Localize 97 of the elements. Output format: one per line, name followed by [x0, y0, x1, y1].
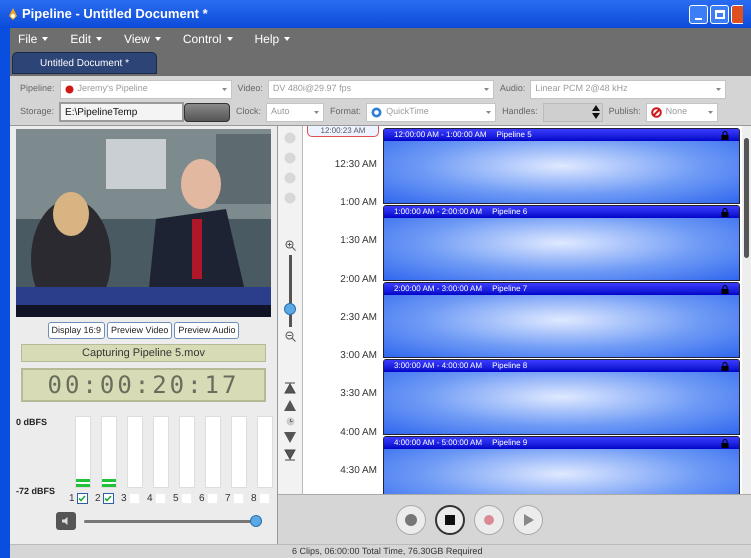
preview-button[interactable]: Preview Audio [174, 322, 240, 339]
up-triangle-icon[interactable] [284, 400, 296, 411]
scrollbar[interactable] [742, 126, 751, 494]
caret-icon [96, 37, 102, 41]
zoom-slider[interactable] [284, 255, 296, 327]
field-label: Pipeline: [20, 82, 55, 96]
menu-item[interactable]: Edit [70, 30, 102, 48]
minimize-button[interactable] [689, 4, 708, 24]
capture-button[interactable] [396, 504, 426, 534]
clip-time-range: 2:00:00 AM - 3:00:00 AM [394, 283, 482, 295]
clip-time-range: 4:00:00 AM - 5:00:00 AM [394, 437, 482, 449]
field-label: Video: [238, 82, 263, 96]
status-text: 6 Clips, 06:00:00 Total Time, 76.30GB Required [292, 544, 482, 558]
time-label: 2:30 AM [340, 310, 377, 325]
caret-icon [222, 88, 227, 90]
browse-button[interactable] [184, 102, 230, 122]
time-label: 3:00 AM [340, 349, 377, 364]
channel-label: 5 [173, 492, 179, 506]
channel-label: 6 [199, 492, 205, 506]
go-to-first-icon[interactable] [284, 382, 296, 394]
menu-item[interactable]: View [124, 30, 161, 48]
clip-name: Pipeline 9 [492, 437, 528, 449]
speaker-button[interactable] [56, 512, 76, 530]
caret-icon [708, 110, 713, 114]
down-triangle-icon[interactable] [284, 432, 296, 443]
level-meter [75, 416, 91, 488]
channel-label: 3 [121, 492, 127, 506]
menu-item[interactable]: Control [182, 30, 233, 48]
clip-block[interactable]: 4:00:00 AM - 5:00:00 AM Pipeline 9 [383, 436, 740, 494]
field-label: Handles: [502, 105, 538, 118]
clip-block[interactable]: 3:00:00 AM - 4:00:00 AM Pipeline 8 [383, 359, 740, 435]
field-label: Clock: [236, 105, 262, 118]
channel-label: 8 [251, 492, 257, 506]
channel-label: 4 [147, 492, 153, 506]
meter-scale-label: 0 dBFS [16, 416, 48, 429]
input-field[interactable]: E:\PipelineTemp [59, 102, 184, 122]
time-label: 3:30 AM [340, 387, 377, 402]
clip-block[interactable]: 1:00:00 AM - 2:00:00 AM Pipeline 6 [383, 205, 740, 281]
time-label: 12:30 AM [334, 158, 377, 172]
clip-block[interactable]: 2:00:00 AM - 3:00:00 AM Pipeline 7 [383, 282, 740, 358]
caret-icon [716, 88, 722, 90]
caret-icon [284, 37, 290, 41]
time-label: 1:00 AM [340, 196, 377, 210]
close-button[interactable] [731, 4, 743, 24]
play-button[interactable] [513, 504, 543, 534]
channel-label: 1 [69, 492, 75, 506]
caret-icon [486, 110, 492, 114]
clip-time-range: 1:00:00 AM - 2:00:00 AM [394, 206, 482, 218]
window-title: Pipeline - Untitled Document * [22, 5, 208, 24]
slider-thumb[interactable] [250, 515, 262, 527]
caret-icon [154, 37, 161, 41]
clip-time-range: 12:00:00 AM - 1:00:00 AM [394, 129, 487, 141]
clip-name: Pipeline 8 [492, 360, 528, 372]
document-tab[interactable]: Untitled Document * [12, 52, 157, 74]
q-logo-icon [371, 106, 382, 118]
clip-block[interactable]: 12:00:00 AM - 1:00:00 AM Pipeline 5 [383, 128, 740, 204]
go-to-last-icon[interactable] [284, 449, 296, 461]
field-label: Storage: [20, 105, 54, 118]
time-label: 4:30 AM [340, 464, 377, 478]
time-label: 2:00 AM [340, 272, 377, 287]
channel-label: 2 [95, 492, 101, 506]
caret-icon [314, 110, 320, 114]
field-label: Audio: [500, 82, 526, 96]
field-label: Format: [330, 105, 362, 118]
preview-button[interactable]: Display 16:9 [48, 322, 106, 339]
caret-icon [42, 37, 48, 41]
maximize-button[interactable] [710, 4, 729, 24]
zoom-in-icon[interactable] [284, 240, 296, 251]
channel-label: 7 [225, 492, 231, 506]
timecode-display: 00:00:20:17 [21, 368, 266, 402]
current-time-marker: 12:00:23 AM [307, 126, 379, 137]
level-meter [101, 416, 117, 488]
circle-icon [403, 512, 419, 528]
menu-item[interactable]: File [18, 30, 48, 48]
clip-name: Pipeline 7 [492, 283, 528, 295]
app-icon [8, 8, 18, 20]
time-label: 1:30 AM [340, 234, 377, 248]
meter-scale-label: -72 dBFS [16, 484, 56, 498]
checkbox[interactable] [76, 493, 88, 504]
checkbox[interactable] [102, 493, 114, 504]
clock-icon[interactable] [286, 417, 294, 426]
slider-thumb[interactable] [284, 303, 296, 315]
capture-status: Capturing Pipeline 5.mov [21, 344, 266, 362]
clip-name: Pipeline 5 [496, 129, 532, 141]
menu-item[interactable]: Help [254, 30, 290, 48]
zoom-out-icon[interactable] [284, 331, 296, 342]
volume-slider[interactable] [84, 515, 262, 527]
stop-button[interactable] [435, 504, 465, 534]
clip-time-range: 3:00:00 AM - 4:00:00 AM [394, 360, 482, 372]
prohibited-icon [650, 106, 662, 118]
field-label: Publish: [608, 105, 641, 118]
clip-name: Pipeline 6 [492, 206, 528, 218]
time-label: 4:00 AM [340, 426, 377, 440]
caret-icon [484, 88, 489, 90]
caret-icon [226, 37, 233, 41]
preview-button[interactable]: Preview Video [107, 322, 172, 339]
dot-icon [64, 84, 74, 94]
